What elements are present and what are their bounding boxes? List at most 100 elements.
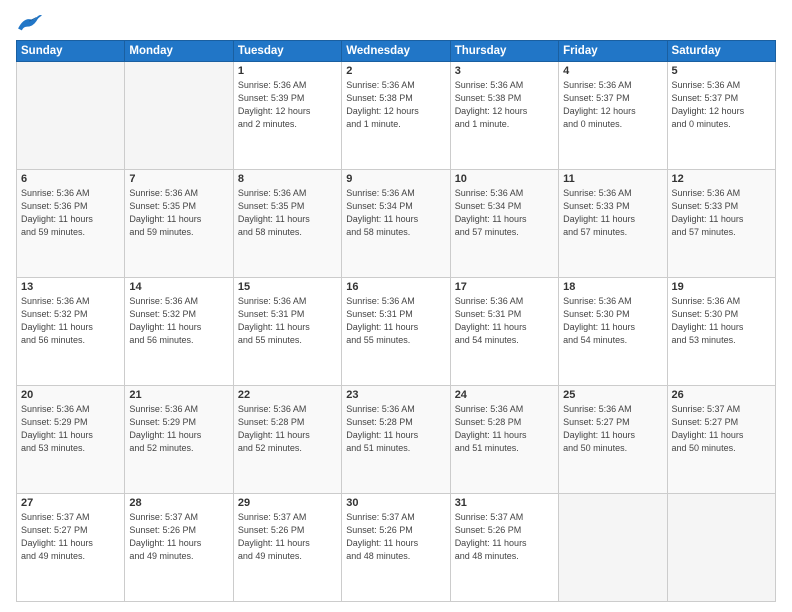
day-info: Sunrise: 5:36 AMSunset: 5:27 PMDaylight:… [563, 403, 662, 455]
day-number: 26 [672, 389, 771, 401]
day-info: Sunrise: 5:36 AMSunset: 5:31 PMDaylight:… [238, 295, 337, 347]
calendar-cell: 11Sunrise: 5:36 AMSunset: 5:33 PMDayligh… [559, 170, 667, 278]
day-info: Sunrise: 5:36 AMSunset: 5:39 PMDaylight:… [238, 79, 337, 131]
day-info: Sunrise: 5:36 AMSunset: 5:37 PMDaylight:… [672, 79, 771, 131]
weekday-header-monday: Monday [125, 41, 233, 62]
logo [16, 12, 48, 34]
calendar-cell: 7 Sunrise: 5:36 AMSunset: 5:35 PMDaylight… [125, 170, 233, 278]
logo-icon [16, 12, 44, 34]
calendar-cell: 16 Sunrise: 5:36 AMSunset: 5:31 PMDayligh… [342, 278, 450, 386]
day-info: Sunrise: 5:36 AMSunset: 5:32 PMDaylight:… [21, 295, 120, 347]
calendar-cell: 20 Sunrise: 5:36 AMSunset: 5:29 PMDayligh… [17, 386, 125, 494]
calendar-week-row: 13Sunrise: 5:36 AMSunset: 5:32 PMDayligh… [17, 278, 776, 386]
calendar-cell: 15 Sunrise: 5:36 AMSunset: 5:31 PMDayligh… [233, 278, 341, 386]
day-info: Sunrise: 5:36 AMSunset: 5:32 PMDaylight:… [129, 295, 228, 347]
calendar-cell: 25 Sunrise: 5:36 AMSunset: 5:27 PMDayligh… [559, 386, 667, 494]
day-number: 7 [129, 173, 228, 185]
calendar-cell: 4 Sunrise: 5:36 AMSunset: 5:37 PMDaylight… [559, 62, 667, 170]
day-info: Sunrise: 5:37 AMSunset: 5:27 PMDaylight:… [672, 403, 771, 455]
day-info: Sunrise: 5:36 AMSunset: 5:29 PMDaylight:… [21, 403, 120, 455]
day-number: 20 [21, 389, 120, 401]
calendar-cell: 5 Sunrise: 5:36 AMSunset: 5:37 PMDaylight… [667, 62, 775, 170]
day-number: 3 [455, 65, 554, 77]
weekday-header-sunday: Sunday [17, 41, 125, 62]
day-number: 28 [129, 497, 228, 509]
weekday-header-friday: Friday [559, 41, 667, 62]
day-number: 12 [672, 173, 771, 185]
day-info: Sunrise: 5:36 AMSunset: 5:29 PMDaylight:… [129, 403, 228, 455]
day-number: 21 [129, 389, 228, 401]
calendar-cell: 17 Sunrise: 5:36 AMSunset: 5:31 PMDayligh… [450, 278, 558, 386]
day-info: Sunrise: 5:36 AMSunset: 5:38 PMDaylight:… [455, 79, 554, 131]
calendar-cell: 18 Sunrise: 5:36 AMSunset: 5:30 PMDayligh… [559, 278, 667, 386]
day-info: Sunrise: 5:36 AMSunset: 5:33 PMDaylight:… [672, 187, 771, 239]
day-number: 23 [346, 389, 445, 401]
calendar-cell: 6Sunrise: 5:36 AMSunset: 5:36 PMDaylight… [17, 170, 125, 278]
calendar-cell: 21 Sunrise: 5:36 AMSunset: 5:29 PMDayligh… [125, 386, 233, 494]
day-info: Sunrise: 5:36 AMSunset: 5:28 PMDaylight:… [346, 403, 445, 455]
weekday-header-saturday: Saturday [667, 41, 775, 62]
calendar-cell: 8Sunrise: 5:36 AMSunset: 5:35 PMDaylight… [233, 170, 341, 278]
day-number: 27 [21, 497, 120, 509]
day-info: Sunrise: 5:36 AMSunset: 5:30 PMDaylight:… [672, 295, 771, 347]
calendar-cell: 9 Sunrise: 5:36 AMSunset: 5:34 PMDaylight… [342, 170, 450, 278]
calendar-cell: 22Sunrise: 5:36 AMSunset: 5:28 PMDayligh… [233, 386, 341, 494]
day-number: 19 [672, 281, 771, 293]
day-info: Sunrise: 5:37 AMSunset: 5:26 PMDaylight:… [238, 511, 337, 563]
calendar-cell: 1Sunrise: 5:36 AMSunset: 5:39 PMDaylight… [233, 62, 341, 170]
calendar-cell [667, 494, 775, 602]
day-number: 18 [563, 281, 662, 293]
day-number: 17 [455, 281, 554, 293]
calendar-header-row: SundayMondayTuesdayWednesdayThursdayFrid… [17, 41, 776, 62]
calendar-cell: 31 Sunrise: 5:37 AMSunset: 5:26 PMDayligh… [450, 494, 558, 602]
day-number: 11 [563, 173, 662, 185]
day-info: Sunrise: 5:37 AMSunset: 5:26 PMDaylight:… [455, 511, 554, 563]
day-number: 9 [346, 173, 445, 185]
day-info: Sunrise: 5:36 AMSunset: 5:31 PMDaylight:… [455, 295, 554, 347]
day-number: 8 [238, 173, 337, 185]
day-info: Sunrise: 5:36 AMSunset: 5:28 PMDaylight:… [455, 403, 554, 455]
day-info: Sunrise: 5:36 AMSunset: 5:35 PMDaylight:… [129, 187, 228, 239]
day-number: 5 [672, 65, 771, 77]
day-number: 14 [129, 281, 228, 293]
calendar-cell: 28 Sunrise: 5:37 AMSunset: 5:26 PMDayligh… [125, 494, 233, 602]
calendar-cell: 24 Sunrise: 5:36 AMSunset: 5:28 PMDayligh… [450, 386, 558, 494]
day-info: Sunrise: 5:37 AMSunset: 5:26 PMDaylight:… [129, 511, 228, 563]
day-number: 25 [563, 389, 662, 401]
calendar-cell: 23 Sunrise: 5:36 AMSunset: 5:28 PMDayligh… [342, 386, 450, 494]
day-number: 30 [346, 497, 445, 509]
day-number: 4 [563, 65, 662, 77]
day-number: 29 [238, 497, 337, 509]
day-info: Sunrise: 5:36 AMSunset: 5:31 PMDaylight:… [346, 295, 445, 347]
calendar-cell: 13Sunrise: 5:36 AMSunset: 5:32 PMDayligh… [17, 278, 125, 386]
calendar-cell: 14 Sunrise: 5:36 AMSunset: 5:32 PMDayligh… [125, 278, 233, 386]
calendar-week-row: 6Sunrise: 5:36 AMSunset: 5:36 PMDaylight… [17, 170, 776, 278]
weekday-header-thursday: Thursday [450, 41, 558, 62]
day-info: Sunrise: 5:36 AMSunset: 5:38 PMDaylight:… [346, 79, 445, 131]
weekday-header-tuesday: Tuesday [233, 41, 341, 62]
calendar-cell: 3 Sunrise: 5:36 AMSunset: 5:38 PMDaylight… [450, 62, 558, 170]
day-info: Sunrise: 5:36 AMSunset: 5:37 PMDaylight:… [563, 79, 662, 131]
day-number: 6 [21, 173, 120, 185]
calendar-cell: 19 Sunrise: 5:36 AMSunset: 5:30 PMDayligh… [667, 278, 775, 386]
day-info: Sunrise: 5:36 AMSunset: 5:28 PMDaylight:… [238, 403, 337, 455]
day-info: Sunrise: 5:37 AMSunset: 5:27 PMDaylight:… [21, 511, 120, 563]
calendar-cell: 27 Sunrise: 5:37 AMSunset: 5:27 PMDayligh… [17, 494, 125, 602]
calendar-cell: 29 Sunrise: 5:37 AMSunset: 5:26 PMDayligh… [233, 494, 341, 602]
calendar-cell: 10 Sunrise: 5:36 AMSunset: 5:34 PMDayligh… [450, 170, 558, 278]
day-number: 10 [455, 173, 554, 185]
calendar-cell [559, 494, 667, 602]
day-number: 2 [346, 65, 445, 77]
day-info: Sunrise: 5:36 AMSunset: 5:34 PMDaylight:… [455, 187, 554, 239]
calendar-week-row: 20 Sunrise: 5:36 AMSunset: 5:29 PMDayligh… [17, 386, 776, 494]
day-number: 31 [455, 497, 554, 509]
day-info: Sunrise: 5:36 AMSunset: 5:34 PMDaylight:… [346, 187, 445, 239]
day-number: 15 [238, 281, 337, 293]
calendar-week-row: 27 Sunrise: 5:37 AMSunset: 5:27 PMDayligh… [17, 494, 776, 602]
calendar-cell: 12 Sunrise: 5:36 AMSunset: 5:33 PMDayligh… [667, 170, 775, 278]
day-number: 24 [455, 389, 554, 401]
calendar-cell: 26 Sunrise: 5:37 AMSunset: 5:27 PMDayligh… [667, 386, 775, 494]
day-info: Sunrise: 5:36 AMSunset: 5:30 PMDaylight:… [563, 295, 662, 347]
calendar-cell [17, 62, 125, 170]
day-number: 16 [346, 281, 445, 293]
